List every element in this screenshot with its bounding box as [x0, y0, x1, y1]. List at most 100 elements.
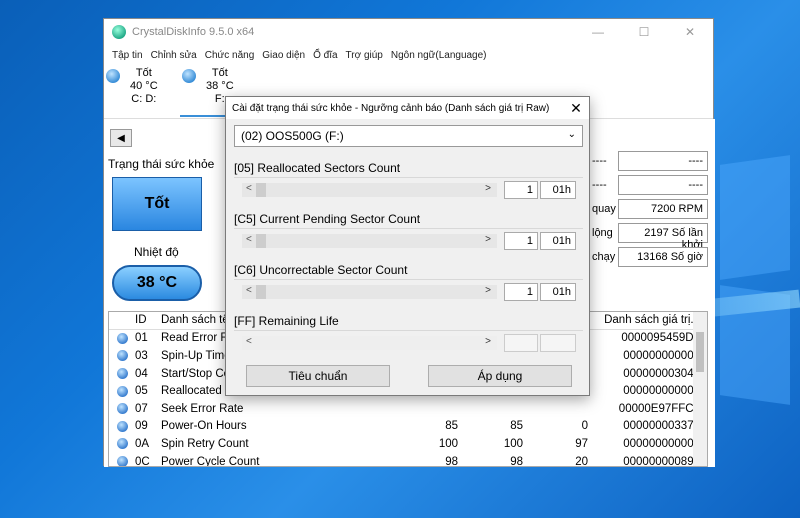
attr-id: 01 — [135, 332, 148, 345]
menu-help[interactable]: Trợ giúp — [342, 50, 387, 61]
dialog-title: Cài đặt trạng thái sức khỏe - Ngưỡng cản… — [232, 102, 550, 114]
drive-tab-1[interactable]: Tốt 40 °C C: D: — [106, 67, 158, 106]
chevron-left-icon[interactable]: < — [246, 285, 252, 296]
menu-file[interactable]: Tập tin — [108, 50, 147, 61]
drive-temp: 38 °C — [206, 80, 234, 92]
threshold-value-input[interactable]: 1 — [504, 232, 538, 250]
dialog-close-icon[interactable]: ✕ — [563, 100, 589, 117]
threshold-value-input[interactable]: 1 — [504, 181, 538, 199]
attr-id: 04 — [135, 367, 148, 380]
power-on-count-value: 2197 Số lần khởi — [618, 223, 708, 251]
col-raw[interactable]: Danh sách giá trị... — [594, 314, 704, 326]
menu-bar: Tập tin Chỉnh sửa Chức năng Giao diện Ổ … — [104, 45, 713, 65]
chevron-left-icon[interactable]: < — [246, 234, 252, 245]
dialog-title-bar: Cài đặt trạng thái sức khỏe - Ngưỡng cản… — [226, 97, 589, 119]
apply-button[interactable]: Áp dụng — [428, 365, 572, 387]
attr-name: Seek Error Rate — [161, 402, 244, 415]
window-title: CrystalDiskInfo 9.5.0 x64 — [132, 26, 255, 38]
attr-id: 09 — [135, 420, 148, 433]
attr-id: 05 — [135, 385, 148, 398]
chevron-left-icon[interactable]: < — [246, 183, 252, 194]
table-row[interactable]: 07 Seek Error Rate 00000E97FFC2 — [109, 400, 707, 418]
chevron-right-icon[interactable]: > — [485, 285, 491, 296]
table-scrollbar[interactable] — [693, 312, 707, 466]
attr-raw: 000000003042 — [623, 367, 700, 380]
attr-id: 07 — [135, 402, 148, 415]
menu-edit[interactable]: Chỉnh sửa — [147, 50, 201, 61]
status-dot-icon — [116, 438, 128, 450]
info-label: ---- — [592, 179, 607, 191]
attr-threshold: 20 — [575, 455, 588, 467]
attribute-label: [05] Reallocated Sectors Count — [234, 161, 401, 175]
default-button[interactable]: Tiêu chuẩn — [246, 365, 390, 387]
status-dot-icon — [116, 332, 128, 344]
power-on-hours-label: chạy — [592, 251, 616, 263]
attr-raw: 0000095459D3 — [621, 332, 700, 345]
divider — [234, 228, 583, 229]
drive-status: Tốt — [211, 67, 228, 79]
info-value: ---- — [618, 175, 708, 195]
back-arrow-icon[interactable]: ◀ — [110, 129, 132, 147]
attr-threshold: 0 — [581, 420, 588, 433]
health-status-badge[interactable]: Tốt — [112, 177, 202, 231]
attribute-label: [C6] Uncorrectable Sector Count — [234, 263, 408, 277]
threshold-slider[interactable]: < > — [242, 234, 497, 248]
threshold-value-input — [504, 334, 538, 352]
app-icon — [112, 25, 126, 39]
power-on-count-label: lộng — [592, 227, 613, 239]
power-on-hours-value: 13168 Số giờ — [618, 247, 708, 267]
attr-raw: 000000000000 — [623, 349, 700, 362]
drive-status: Tốt — [135, 67, 152, 79]
table-row[interactable]: 09 Power-On Hours 85 85 0 000000003370 — [109, 418, 707, 436]
threshold-slider: < > — [242, 336, 497, 350]
chevron-right-icon[interactable]: > — [485, 234, 491, 245]
attr-current: 98 — [445, 455, 458, 467]
status-dot-icon — [116, 456, 128, 466]
maximize-icon[interactable]: ☐ — [621, 19, 667, 45]
rotation-rate-value: 7200 RPM — [618, 199, 708, 219]
threshold-row: < >1 01h — [234, 281, 583, 303]
threshold-row: < > — [234, 332, 583, 354]
status-dot-icon — [116, 350, 128, 362]
table-row[interactable]: 0C Power Cycle Count 98 98 20 000000000895 — [109, 453, 707, 467]
menu-theme[interactable]: Giao diện — [258, 50, 309, 61]
health-label: Trạng thái sức khỏe — [108, 157, 215, 171]
threshold-value-input[interactable]: 1 — [504, 283, 538, 301]
minimize-icon[interactable]: — — [575, 19, 621, 45]
close-icon[interactable]: ✕ — [667, 19, 713, 45]
slider-thumb[interactable] — [256, 183, 266, 197]
menu-language[interactable]: Ngôn ngữ(Language) — [387, 50, 491, 61]
divider — [234, 177, 583, 178]
attr-current: 100 — [438, 437, 458, 450]
attr-raw: 00000E97FFC2 — [618, 402, 700, 415]
attr-id: 0A — [135, 437, 150, 450]
drive-select[interactable]: (02) OOS500G (F:) ⌄ — [234, 125, 583, 147]
divider — [234, 330, 583, 331]
col-id[interactable]: ID — [135, 314, 161, 326]
attr-name: Spin Retry Count — [161, 437, 249, 450]
chevron-right-icon[interactable]: > — [485, 183, 491, 194]
chevron-down-icon: ⌄ — [567, 129, 576, 140]
threshold-slider[interactable]: < > — [242, 285, 497, 299]
threshold-row: < >1 01h — [234, 230, 583, 252]
desktop-logo-pane — [720, 155, 790, 280]
threshold-slider[interactable]: < > — [242, 183, 497, 197]
slider-thumb[interactable] — [256, 285, 266, 299]
attr-current: 85 — [445, 420, 458, 433]
slider-thumb[interactable] — [256, 234, 266, 248]
threshold-hex-value: 01h — [540, 232, 576, 250]
attr-id: 03 — [135, 349, 148, 362]
drive-letter: C: D: — [131, 93, 157, 105]
temperature-badge: 38 °C — [112, 265, 202, 301]
status-dot-icon — [116, 403, 128, 415]
threshold-row: < >1 01h — [234, 179, 583, 201]
title-bar: CrystalDiskInfo 9.5.0 x64 — ☐ ✕ — [104, 19, 713, 45]
threshold-hex-value — [540, 334, 576, 352]
drive-info-panel: ---- ---- ---- ---- quay 7200 RPM lộng 2197 … — [592, 151, 712, 271]
menu-disk[interactable]: Ổ đĩa — [309, 50, 341, 61]
table-row[interactable]: 0A Spin Retry Count 100 100 97 000000000000 — [109, 435, 707, 453]
attribute-label: [C5] Current Pending Sector Count — [234, 212, 421, 226]
chevron-right-icon: > — [485, 336, 491, 347]
status-dot-icon — [116, 385, 128, 397]
menu-function[interactable]: Chức năng — [201, 50, 259, 61]
